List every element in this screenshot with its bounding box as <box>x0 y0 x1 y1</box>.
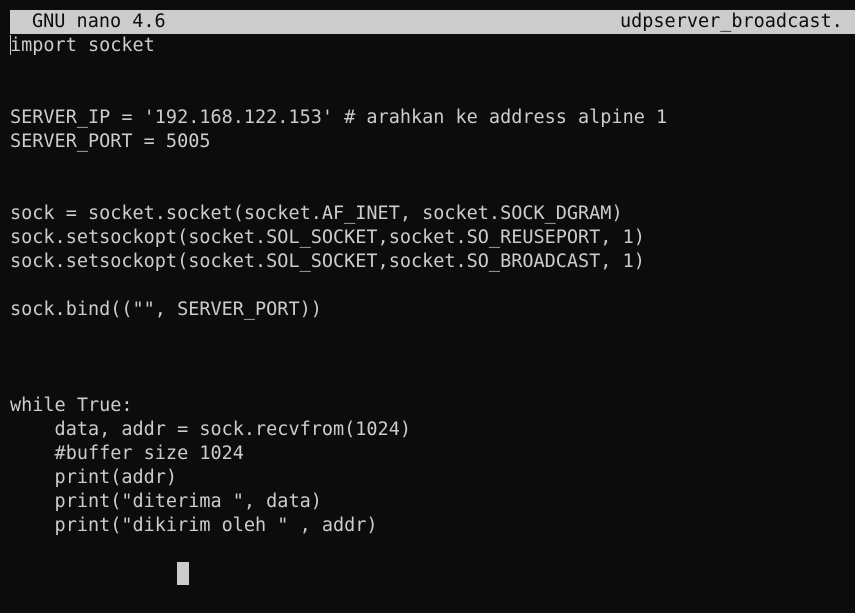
code-line-4[interactable]: SERVER_IP = '192.168.122.153' # arahkan … <box>10 106 855 130</box>
code-line-16[interactable]: while True: <box>10 394 855 418</box>
code-line-2[interactable] <box>10 58 855 82</box>
code-line-12[interactable]: sock.bind(("", SERVER_PORT)) <box>10 298 855 322</box>
code-line-18[interactable]: #buffer size 1024 <box>10 442 855 466</box>
code-line-14[interactable] <box>10 346 855 370</box>
terminal-block-cursor <box>177 562 189 585</box>
code-line-9[interactable]: sock.setsockopt(socket.SOL_SOCKET,socket… <box>10 226 855 250</box>
code-line-20[interactable]: print("diterima ", data) <box>10 490 855 514</box>
code-line-17[interactable]: data, addr = sock.recvfrom(1024) <box>10 418 855 442</box>
code-line-15[interactable] <box>10 370 855 394</box>
code-line-6[interactable] <box>10 154 855 178</box>
code-line-19[interactable]: print(addr) <box>10 466 855 490</box>
editor-name-version: GNU nano 4.6 <box>32 11 166 32</box>
code-line-1[interactable]: import socket <box>10 34 855 58</box>
code-line-7[interactable] <box>10 178 855 202</box>
code-line-5[interactable]: SERVER_PORT = 5005 <box>10 130 855 154</box>
editor-text-area[interactable]: import socket SERVER_IP = '192.168.122.1… <box>10 34 855 594</box>
file-name: udpserver_broadcast. <box>620 11 843 32</box>
code-line-21[interactable]: print("dikirim oleh " , addr) <box>10 514 855 538</box>
code-line-10[interactable]: sock.setsockopt(socket.SOL_SOCKET,socket… <box>10 250 855 274</box>
code-line-8[interactable]: sock = socket.socket(socket.AF_INET, soc… <box>10 202 855 226</box>
nano-title-bar: GNU nano 4.6 udpserver_broadcast. <box>10 10 855 34</box>
code-line-3[interactable] <box>10 82 855 106</box>
code-line-11[interactable] <box>10 274 855 298</box>
code-line-13[interactable] <box>10 322 855 346</box>
